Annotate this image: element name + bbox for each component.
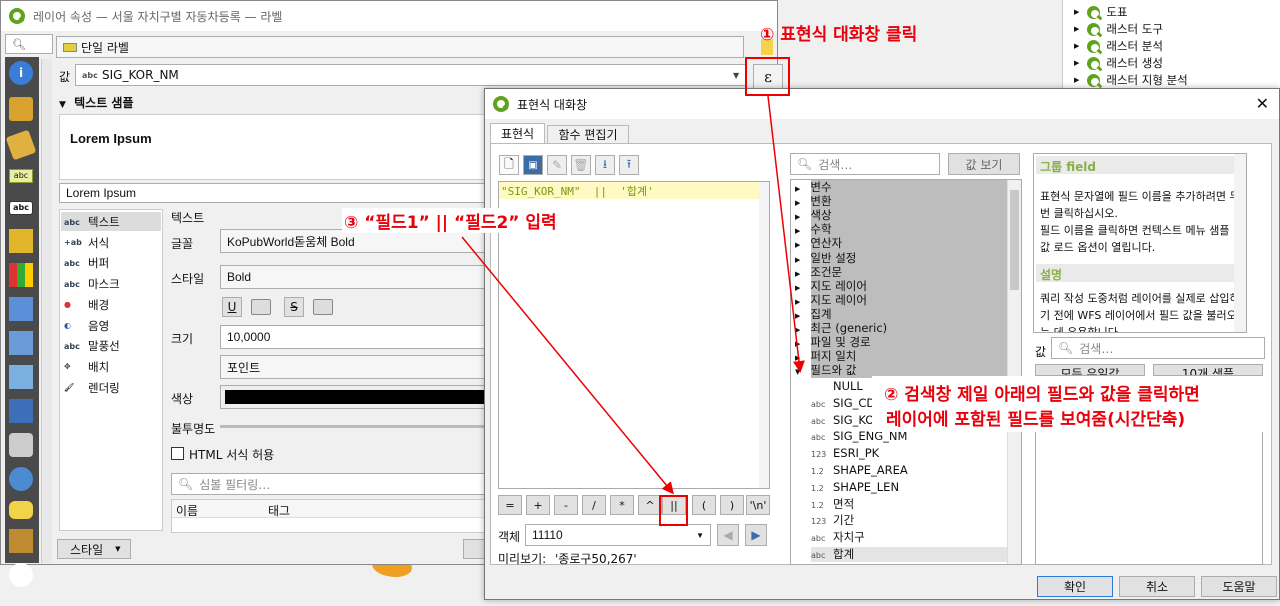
annotation-arrows (461, 95, 805, 495)
arrow-3 (461, 236, 674, 495)
arrow-1 (767, 95, 805, 373)
